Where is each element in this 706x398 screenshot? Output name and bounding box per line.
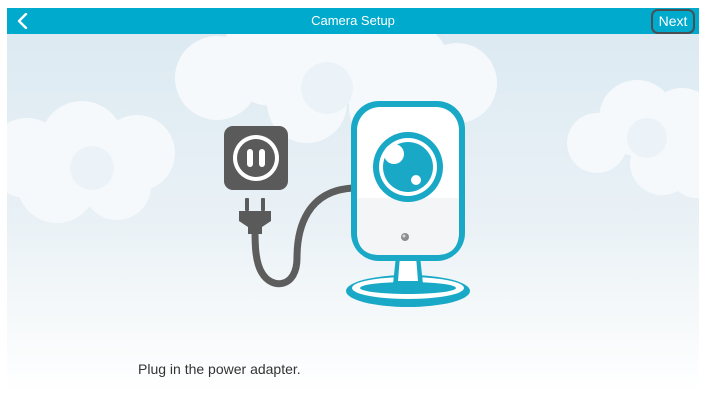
- setup-illustration: [7, 34, 699, 307]
- back-button[interactable]: [11, 8, 39, 34]
- power-cable: [251, 184, 358, 288]
- navigation-bar: Camera Setup Next: [7, 8, 699, 34]
- page-title: Camera Setup: [311, 13, 395, 28]
- setup-screen: Camera Setup Next Plug in the power adap…: [7, 8, 699, 393]
- plug-icon: [239, 198, 271, 234]
- chevron-left-icon: [17, 13, 28, 29]
- instruction-text: Plug in the power adapter.: [138, 361, 301, 377]
- next-button[interactable]: Next: [651, 9, 695, 34]
- power-outlet-icon: [224, 126, 288, 190]
- camera-icon: [346, 101, 470, 307]
